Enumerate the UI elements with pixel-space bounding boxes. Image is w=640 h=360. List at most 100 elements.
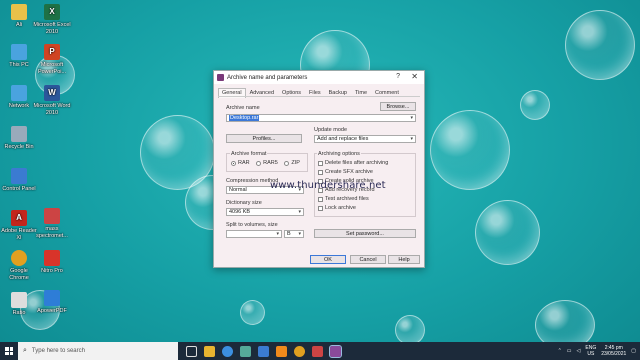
radio-rar5[interactable]: RAR5 xyxy=(256,160,278,166)
search-icon: ⌕ xyxy=(23,347,27,354)
set-password-button[interactable]: Set password... xyxy=(314,229,416,238)
compression-method-value: Normal xyxy=(229,187,247,193)
start-button[interactable] xyxy=(0,342,18,360)
archive-name-input[interactable]: Desktop.rar ▾ xyxy=(226,114,416,122)
desktop-icon-recycle-bin[interactable]: Recycle Bin xyxy=(0,126,38,151)
volume-icon[interactable]: ◁ xyxy=(577,348,581,354)
edge-icon[interactable] xyxy=(222,345,233,357)
photos-icon[interactable] xyxy=(312,345,323,357)
split-volumes-label: Split to volumes, size xyxy=(226,222,278,228)
desktop-icon-mass-spectrometry[interactable]: mass spectromet... xyxy=(33,208,71,239)
checkbox xyxy=(318,205,323,211)
chart-file-icon xyxy=(44,208,60,224)
system-tray: ⌃ ▭ ◁ ENG US 2:45 pm 23/05/2021 ▢ xyxy=(558,342,636,360)
watermark: www.thundershare.net xyxy=(270,180,386,191)
radio-dot xyxy=(284,160,290,166)
radio-rar[interactable]: RAR xyxy=(231,160,250,166)
cancel-button[interactable]: Cancel xyxy=(350,255,386,264)
search-placeholder: Type here to search xyxy=(31,348,85,354)
word-icon: W xyxy=(44,85,60,101)
desktop-icon-excel[interactable]: X Microsoft Excel 2010 xyxy=(33,4,71,35)
file-icon xyxy=(11,292,27,308)
profiles-button[interactable]: Profiles... xyxy=(226,134,302,143)
desktop-icon-apowerpdf[interactable]: ApowerPDF xyxy=(33,290,71,315)
store-icon[interactable] xyxy=(240,345,251,357)
dialog-title: Archive name and parameters xyxy=(227,74,308,81)
help-button[interactable]: Help xyxy=(388,255,420,264)
dialog-titlebar[interactable]: Archive name and parameters ? ✕ xyxy=(214,71,424,84)
powerpoint-icon: P xyxy=(44,44,60,60)
desktop-icon-powerpoint[interactable]: P Microsoft PowerPoi... xyxy=(33,44,71,75)
winrar-icon[interactable] xyxy=(329,344,342,358)
file-explorer-icon[interactable] xyxy=(204,345,215,357)
task-view-icon[interactable] xyxy=(186,345,197,357)
pdf-app-icon xyxy=(44,290,60,306)
windows-icon xyxy=(5,347,13,355)
desktop-icon-word[interactable]: W Microsoft Word 2010 xyxy=(33,85,71,116)
option-create-sfx[interactable]: Create SFX archive xyxy=(318,169,373,175)
clock[interactable]: 2:45 pm 23/05/2021 xyxy=(601,345,626,357)
ok-button[interactable]: OK xyxy=(310,255,346,264)
chevron-down-icon: ▾ xyxy=(276,231,279,237)
vlc-icon[interactable] xyxy=(276,345,287,357)
chevron-down-icon[interactable]: ▾ xyxy=(410,115,413,121)
format-radio-group: RAR RAR5 ZIP xyxy=(231,160,305,168)
folder-icon xyxy=(11,4,27,20)
desktop-icon-control-panel[interactable]: Control Panel xyxy=(0,168,38,193)
notification-icon[interactable]: ▢ xyxy=(631,348,636,354)
mail-icon[interactable] xyxy=(258,345,269,357)
desktop-icon-nitro-pro[interactable]: Nitro Pro xyxy=(33,250,71,275)
radio-zip[interactable]: ZIP xyxy=(284,160,300,166)
split-unit-select[interactable]: B ▾ xyxy=(284,230,304,238)
language-indicator[interactable]: ENG US xyxy=(585,345,596,357)
taskbar: ⌕ Type here to search ⌃ ▭ ◁ ENG US 2:45 … xyxy=(0,342,640,360)
split-volumes-input[interactable]: ▾ xyxy=(226,230,282,238)
archive-name-label: Archive name xyxy=(226,105,260,111)
checkbox xyxy=(318,160,323,166)
bubble-decoration xyxy=(475,200,540,265)
update-mode-select[interactable]: Add and replace files ▾ xyxy=(314,135,416,143)
bubble-decoration xyxy=(395,315,425,345)
radio-dot xyxy=(256,160,262,166)
recycle-bin-icon xyxy=(11,126,27,142)
bubble-decoration xyxy=(240,300,265,325)
taskbar-search[interactable]: ⌕ Type here to search xyxy=(18,342,178,360)
update-mode-value: Add and replace files xyxy=(317,136,369,142)
network-icon xyxy=(11,85,27,101)
chrome-icon xyxy=(11,250,27,266)
tab-divider xyxy=(218,96,420,97)
network-icon[interactable]: ▭ xyxy=(567,348,572,354)
archive-name-value: Desktop.rar xyxy=(229,115,260,121)
browse-button[interactable]: Browse... xyxy=(380,102,416,111)
checkbox xyxy=(318,196,323,202)
bubble-decoration xyxy=(430,110,510,190)
dictionary-size-value: 4096 KB xyxy=(229,209,251,215)
chrome-icon[interactable] xyxy=(294,345,305,357)
computer-icon xyxy=(11,44,27,60)
chevron-up-icon[interactable]: ⌃ xyxy=(558,348,562,354)
excel-icon: X xyxy=(44,4,60,20)
close-icon[interactable]: ✕ xyxy=(411,72,418,81)
checkbox xyxy=(318,169,323,175)
control-panel-icon xyxy=(11,168,27,184)
split-unit-value: B xyxy=(287,231,291,237)
option-delete-files[interactable]: Delete files after archiving xyxy=(318,160,388,166)
chevron-down-icon: ▾ xyxy=(298,209,301,215)
chevron-down-icon: ▾ xyxy=(298,231,301,237)
winrar-icon xyxy=(217,74,224,81)
help-icon[interactable]: ? xyxy=(396,73,400,80)
radio-dot xyxy=(231,160,236,166)
pdf-icon: A xyxy=(11,210,27,226)
nitro-icon xyxy=(44,250,60,266)
chevron-down-icon: ▾ xyxy=(410,136,413,142)
archiving-options-label: Archiving options xyxy=(317,151,361,157)
dictionary-size-label: Dictionary size xyxy=(226,200,262,206)
bubble-decoration xyxy=(520,90,550,120)
option-test-files[interactable]: Test archived files xyxy=(318,196,369,202)
option-lock-archive[interactable]: Lock archive xyxy=(318,205,356,211)
archive-dialog: Archive name and parameters ? ✕ General … xyxy=(213,70,425,268)
dictionary-size-select[interactable]: 4096 KB ▾ xyxy=(226,208,304,216)
bubble-decoration xyxy=(565,10,635,80)
update-mode-label: Update mode xyxy=(314,127,348,133)
archive-format-label: Archive format xyxy=(230,151,268,157)
